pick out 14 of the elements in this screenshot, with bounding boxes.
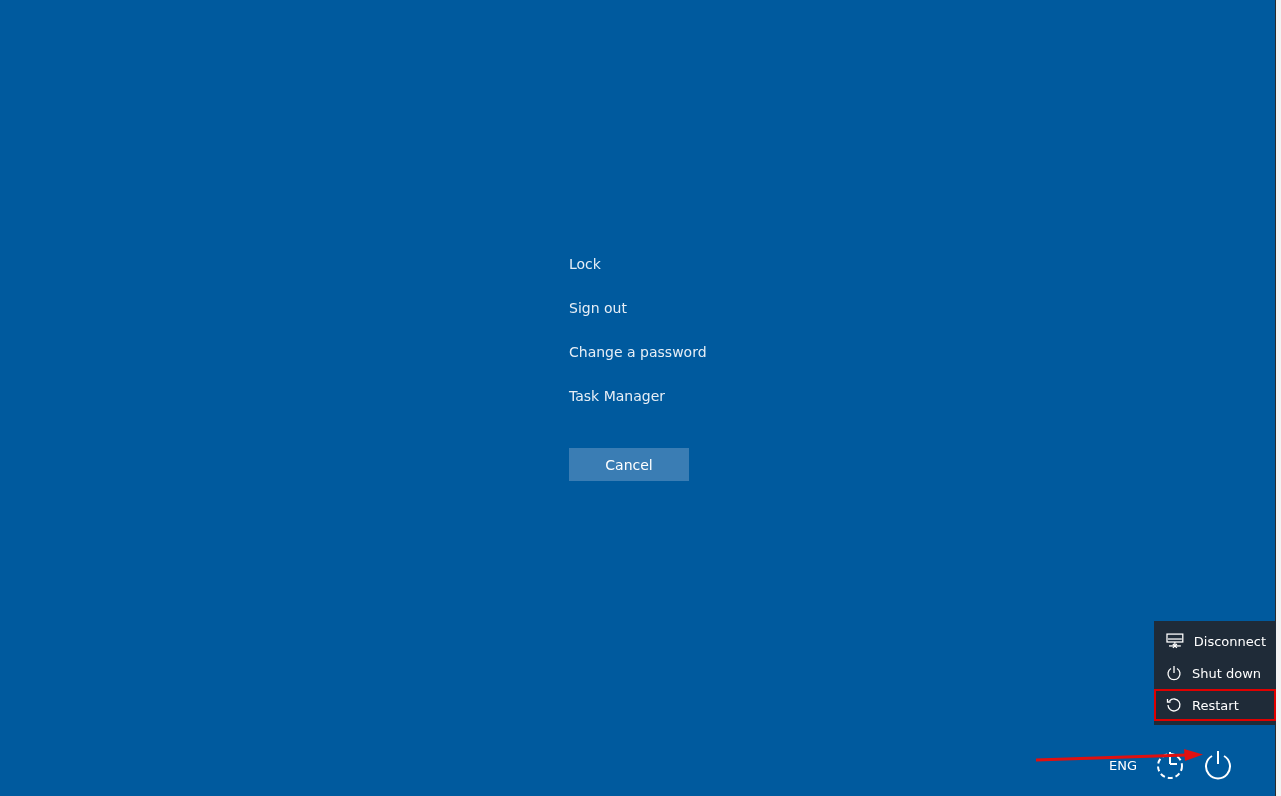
accessibility-icon[interactable]	[1155, 750, 1185, 780]
monitor-icon	[1166, 633, 1184, 649]
power-menu-item[interactable]: Shut down	[1154, 657, 1276, 689]
cancel-button[interactable]: Cancel	[569, 448, 689, 481]
menu-option[interactable]: Change a password	[569, 342, 707, 386]
power-menu-item[interactable]: Disconnect	[1154, 625, 1276, 657]
menu-option[interactable]: Sign out	[569, 298, 627, 342]
menu-option[interactable]: Task Manager	[569, 386, 666, 430]
menu-option[interactable]: Lock	[569, 254, 601, 298]
restart-icon	[1166, 697, 1182, 713]
language-indicator[interactable]: ENG	[1109, 757, 1137, 773]
power-icon[interactable]	[1203, 750, 1233, 780]
power-menu-item[interactable]: Restart	[1154, 689, 1276, 721]
power-icon	[1166, 665, 1182, 681]
